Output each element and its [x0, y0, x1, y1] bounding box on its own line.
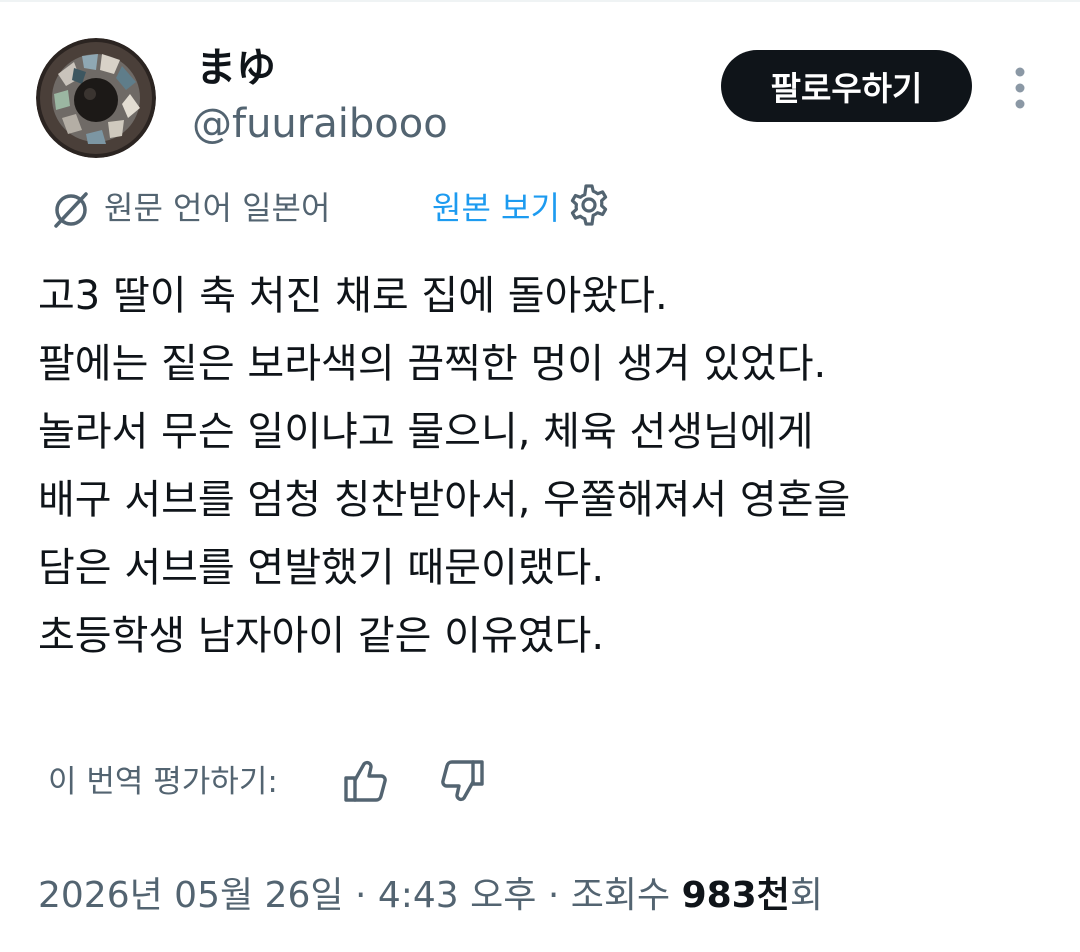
gear-icon[interactable] [566, 182, 612, 228]
tweet-line: 팔에는 짙은 보라색의 끔찍한 멍이 생겨 있었다. [38, 341, 827, 387]
tweet-line: 고3 딸이 축 처진 채로 집에 돌아왔다. [38, 273, 668, 319]
meta-separator: · [547, 875, 560, 916]
tweet-text: 고3 딸이 축 처진 채로 집에 돌아왔다. 팔에는 짙은 보라색의 끔찍한 멍… [38, 262, 1048, 670]
tweet-line: 담은 서브를 연발했기 때문이랬다. [38, 545, 605, 591]
mosaic-avatar-icon [36, 38, 156, 158]
rate-translation-label: 이 번역 평가하기: [48, 764, 278, 800]
translation-rating: 이 번역 평가하기: [48, 752, 508, 812]
author-handle[interactable]: @fuuraibooo [192, 98, 448, 150]
views-suffix: 회 [789, 875, 823, 916]
author-display-name[interactable]: まゆ [196, 42, 276, 94]
tweet-line: 초등학생 남자아이 같은 이유였다. [38, 613, 605, 659]
views-label: 조회수 [570, 875, 671, 916]
meta-separator: · [354, 875, 367, 916]
source-language-label: 원문 언어 일본어 [104, 189, 331, 227]
translate-icon [54, 192, 88, 228]
follow-button[interactable]: 팔로우하기 [721, 50, 972, 122]
tweet-line: 놀라서 무슨 일이냐고 물으니, 체육 선생님에게 [38, 409, 814, 455]
tweet-time[interactable]: 4:43 오후 [378, 875, 537, 916]
views-count: 983천 [681, 875, 790, 916]
tweet-date[interactable]: 2026년 05월 26일 [38, 875, 343, 916]
tweet-line: 배구 서브를 엄청 칭찬받아서, 우쭐해져서 영혼을 [38, 477, 851, 523]
more-options-icon[interactable] [1005, 64, 1035, 112]
top-divider [0, 0, 1080, 2]
thumbs-down-icon[interactable] [438, 756, 488, 806]
show-original-link[interactable]: 원본 보기 [432, 184, 560, 232]
thumbs-up-icon[interactable] [340, 756, 390, 806]
avatar[interactable] [36, 38, 156, 158]
tweet-metadata: 2026년 05월 26일 · 4:43 오후 · 조회수 983천회 [38, 868, 823, 924]
